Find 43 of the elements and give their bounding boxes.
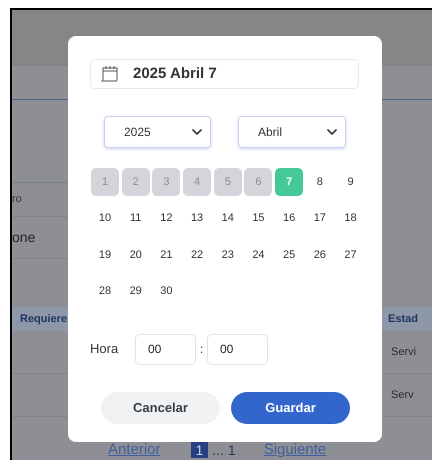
calendar-day[interactable]: 26 <box>306 241 334 269</box>
table-cell-text: Servi <box>391 344 418 360</box>
calendar-day[interactable]: 8 <box>306 168 334 196</box>
calendar-day[interactable]: 25 <box>275 241 304 269</box>
save-button[interactable]: Guardar <box>231 392 350 424</box>
column-header: Estad <box>388 312 419 327</box>
calendar-day[interactable]: 18 <box>336 204 364 232</box>
table-cell-text: Serv <box>391 388 415 403</box>
year-select[interactable]: 2025 <box>104 116 211 148</box>
calendar-day[interactable]: 16 <box>275 204 304 232</box>
calendar-day[interactable]: 29 <box>122 278 150 306</box>
field-label: ro <box>12 192 22 208</box>
calendar-day[interactable]: 20 <box>122 241 150 269</box>
calendar-day[interactable]: 24 <box>244 241 272 269</box>
minutes-field[interactable]: 00 <box>207 334 268 364</box>
time-label: Hora <box>90 340 120 358</box>
calendar-day[interactable]: 17 <box>306 204 334 232</box>
calendar-day[interactable]: 28 <box>91 278 119 306</box>
calendar-day[interactable]: 11 <box>122 204 150 232</box>
month-select[interactable]: Abril <box>238 116 346 148</box>
calendar-day[interactable]: 19 <box>91 241 119 269</box>
calendar-day[interactable]: 13 <box>183 204 212 232</box>
calendar-day[interactable]: 23 <box>214 241 242 269</box>
date-field[interactable]: 2025 Abril 7 <box>90 59 359 89</box>
calendar-day[interactable]: 30 <box>152 278 180 306</box>
page-count: ... 1 <box>212 442 236 458</box>
field-value: one <box>12 228 36 247</box>
calendar-day[interactable]: 15 <box>244 204 272 232</box>
calendar-day[interactable]: 21 <box>152 241 180 269</box>
calendar-day[interactable]: 9 <box>336 168 364 196</box>
calendar-day[interactable]: 12 <box>152 204 180 232</box>
calendar-day[interactable]: 22 <box>183 241 212 269</box>
calendar-day[interactable]: 14 <box>214 204 242 232</box>
current-page[interactable]: 1 <box>190 442 208 458</box>
column-header: Requiere <box>19 312 68 327</box>
time-separator: : <box>198 341 204 358</box>
calendar-day[interactable]: 10 <box>91 204 119 232</box>
calendar-icon <box>100 65 120 83</box>
chevron-down-icon <box>327 129 337 135</box>
calendar-day[interactable]: 27 <box>336 241 364 269</box>
chevron-down-icon <box>192 129 202 135</box>
hours-field[interactable]: 00 <box>135 334 196 364</box>
cancel-button[interactable]: Cancelar <box>101 392 220 424</box>
